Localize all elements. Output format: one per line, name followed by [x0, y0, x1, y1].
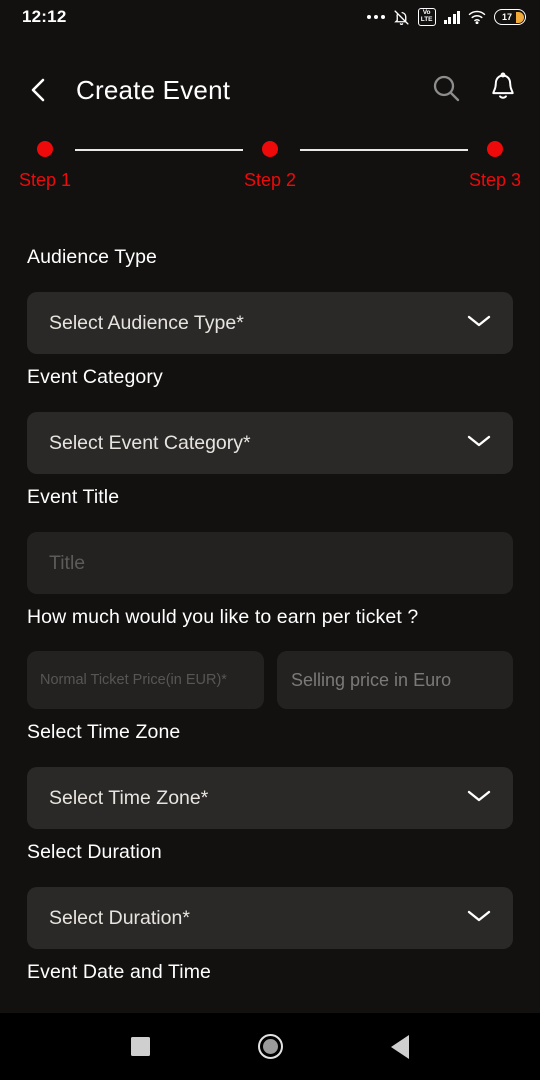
label-audience-type: Audience Type [27, 246, 157, 268]
select-time-zone-value: Select Time Zone* [49, 786, 209, 809]
volte-bottom-text: LTE [420, 16, 433, 24]
signal-bars-icon [443, 10, 460, 24]
more-dots-icon [366, 15, 385, 19]
battery-fill [515, 11, 524, 23]
label-earnings-question: How much would you like to earn per tick… [27, 606, 419, 628]
select-event-category[interactable]: Select Event Category* [27, 412, 513, 474]
app-screen: 12:12 Vo LTE 17 Create Event Step 1 Step… [0, 0, 540, 1080]
event-title-placeholder: Title [49, 551, 86, 574]
status-icon-group: Vo LTE 17 [366, 8, 526, 26]
bell-icon[interactable] [488, 72, 518, 109]
select-audience-type-value: Select Audience Type* [49, 311, 244, 334]
chevron-down-icon [467, 314, 491, 333]
label-duration: Select Duration [27, 841, 162, 863]
selling-price-input[interactable]: Selling price in Euro [277, 651, 513, 709]
price-input-row: Normal Ticket Price(in EUR)* Selling pri… [27, 651, 513, 709]
stepper-dot-1 [37, 141, 53, 157]
event-title-input[interactable]: Title [27, 532, 513, 594]
stepper-label-3: Step 3 [468, 170, 522, 190]
app-header: Create Event [0, 55, 540, 125]
page-title: Create Event [76, 74, 231, 105]
chevron-down-icon [467, 789, 491, 808]
status-bar: 12:12 Vo LTE 17 [0, 0, 540, 34]
status-time: 12:12 [22, 7, 67, 26]
circle-home-icon[interactable] [205, 1034, 335, 1059]
stepper-dot-2 [262, 141, 278, 157]
label-event-category: Event Category [27, 366, 163, 388]
header-actions [430, 72, 518, 109]
stepper-step-3[interactable]: Step 3 [440, 138, 540, 191]
select-duration-value: Select Duration* [49, 906, 190, 929]
triangle-back-icon[interactable] [335, 1034, 465, 1059]
select-event-category-value: Select Event Category* [49, 431, 251, 454]
select-audience-type[interactable]: Select Audience Type* [27, 292, 513, 354]
label-time-zone: Select Time Zone [27, 721, 181, 743]
stepper-label-1: Step 1 [18, 170, 72, 190]
label-event-date-time: Event Date and Time [27, 961, 211, 983]
search-icon[interactable] [430, 72, 462, 109]
select-duration[interactable]: Select Duration* [27, 887, 513, 949]
stepper-step-2[interactable]: Step 2 [215, 138, 325, 191]
square-recents-icon[interactable] [75, 1037, 205, 1056]
bell-muted-icon [393, 9, 410, 26]
battery-icon: 17 [494, 9, 526, 25]
create-event-form: Audience Type Select Audience Type* Even… [0, 230, 540, 1013]
android-nav-bar [0, 1013, 540, 1080]
stepper-dot-3 [487, 141, 503, 157]
chevron-down-icon [467, 434, 491, 453]
volte-icon: Vo LTE [417, 8, 436, 26]
progress-stepper: Step 1 Step 2 Step 3 [0, 138, 540, 200]
back-chevron-icon[interactable] [26, 73, 52, 107]
select-time-zone[interactable]: Select Time Zone* [27, 767, 513, 829]
chevron-down-icon [467, 909, 491, 928]
normal-ticket-price-input[interactable]: Normal Ticket Price(in EUR)* [27, 651, 264, 709]
battery-level-text: 17 [501, 12, 512, 22]
selling-price-placeholder: Selling price in Euro [291, 669, 452, 690]
normal-ticket-price-placeholder: Normal Ticket Price(in EUR)* [40, 672, 227, 688]
wifi-icon [468, 10, 486, 24]
stepper-label-2: Step 2 [243, 170, 297, 190]
stepper-step-1[interactable]: Step 1 [0, 138, 100, 191]
label-event-title: Event Title [27, 486, 120, 508]
